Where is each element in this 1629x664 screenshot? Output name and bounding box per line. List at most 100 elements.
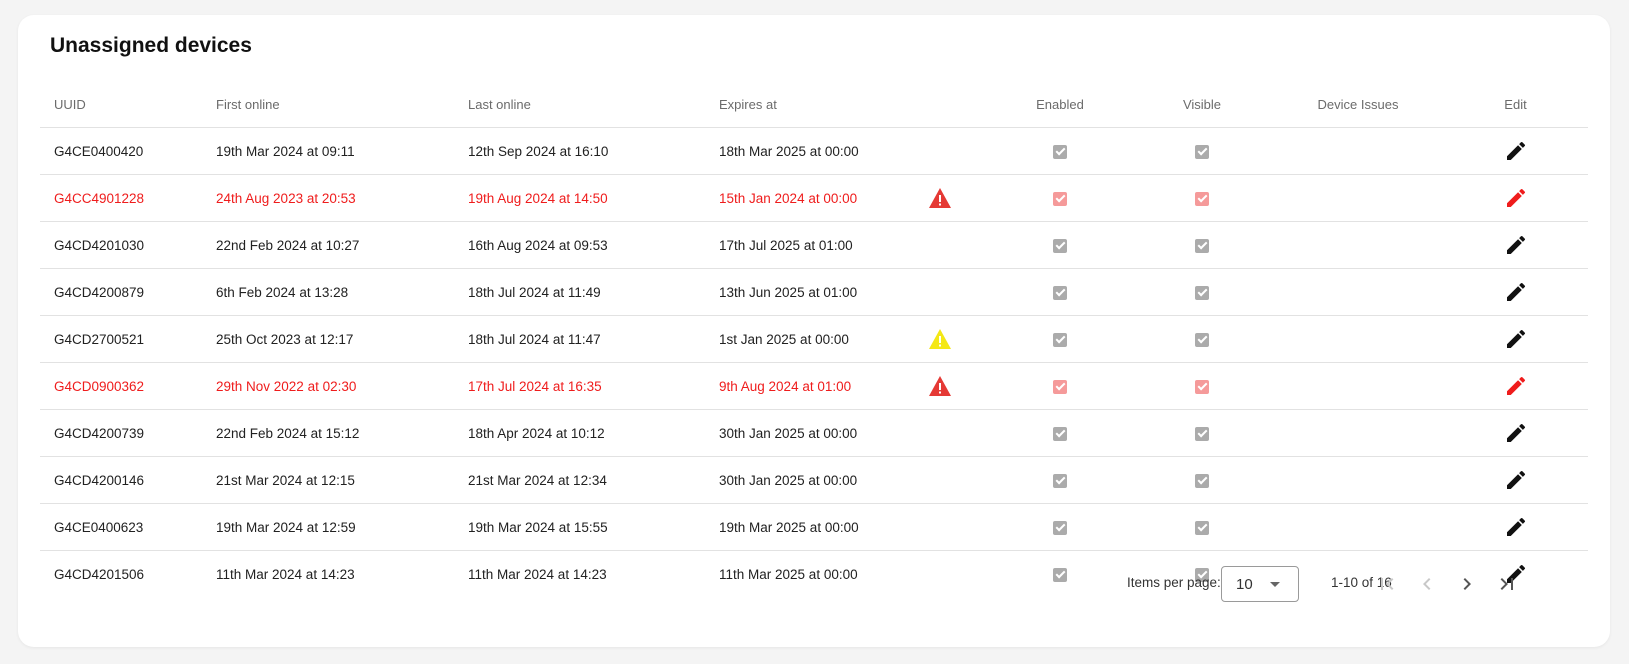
enabled-checkbox-icon[interactable]: [1053, 191, 1067, 206]
table-body: G4CE0400420 19th Mar 2024 at 09:11 12th Se…: [40, 127, 1588, 598]
cell-device-issues: [1273, 221, 1443, 269]
enabled-checkbox-icon[interactable]: [1053, 332, 1067, 347]
cell-edit: [1443, 268, 1588, 316]
pencil-icon[interactable]: [1504, 515, 1528, 539]
cell-enabled: [989, 268, 1131, 316]
cell-uuid: G4CE0400623: [40, 503, 216, 551]
cell-uuid: G4CD4201030: [40, 221, 216, 269]
cell-edit: [1443, 362, 1588, 410]
cell-device-issues: [1273, 362, 1443, 410]
warning-triangle-icon: [928, 329, 952, 349]
last-page-icon[interactable]: [1495, 572, 1519, 596]
cell-last-online: 21st Mar 2024 at 12:34: [468, 456, 719, 504]
cell-first-online: 29th Nov 2022 at 02:30: [216, 362, 468, 410]
table-row: G4CC4901228 24th Aug 2023 at 20:53 19th Au…: [40, 174, 1588, 222]
column-header-warning: [891, 81, 989, 128]
cell-last-online: 18th Jul 2024 at 11:47: [468, 315, 719, 363]
warning-triangle-icon: [928, 376, 952, 396]
cell-visible: [1131, 409, 1273, 457]
table-row: G4CE0400420 19th Mar 2024 at 09:11 12th Se…: [40, 127, 1588, 175]
visible-checkbox-icon[interactable]: [1195, 379, 1209, 394]
items-per-page-label: Items per page:: [1127, 575, 1221, 590]
cell-warning: [891, 315, 989, 363]
visible-checkbox-icon[interactable]: [1195, 473, 1209, 488]
enabled-checkbox-icon[interactable]: [1053, 520, 1067, 535]
cell-warning: [891, 409, 989, 457]
visible-checkbox-icon[interactable]: [1195, 285, 1209, 300]
chevron-left-icon[interactable]: [1415, 572, 1439, 596]
cell-uuid: G4CD2700521: [40, 315, 216, 363]
table-row: G4CD2700521 25th Oct 2023 at 12:17 18th Ju…: [40, 315, 1588, 363]
visible-checkbox-icon[interactable]: [1195, 332, 1209, 347]
table-row: G4CD0900362 29th Nov 2022 at 02:30 17th Ju…: [40, 362, 1588, 410]
cell-first-online: 22nd Feb 2024 at 10:27: [216, 221, 468, 269]
column-header-expires-at[interactable]: Expires at: [719, 81, 891, 128]
cell-last-online: 17th Jul 2024 at 16:35: [468, 362, 719, 410]
pencil-icon[interactable]: [1504, 280, 1528, 304]
enabled-checkbox-icon[interactable]: [1053, 238, 1067, 253]
cell-warning: [891, 127, 989, 175]
cell-enabled: [989, 456, 1131, 504]
cell-visible: [1131, 503, 1273, 551]
cell-enabled: [989, 503, 1131, 551]
cell-expires-at: 30th Jan 2025 at 00:00: [719, 456, 891, 504]
cell-first-online: 22nd Feb 2024 at 15:12: [216, 409, 468, 457]
enabled-checkbox-icon[interactable]: [1053, 473, 1067, 488]
cell-visible: [1131, 127, 1273, 175]
cell-first-online: 25th Oct 2023 at 12:17: [216, 315, 468, 363]
column-header-uuid[interactable]: UUID: [40, 81, 216, 128]
table-row: G4CD4200739 22nd Feb 2024 at 15:12 18th Ap…: [40, 409, 1588, 457]
cell-visible: [1131, 174, 1273, 222]
paginator: Items per page: 10 1-10 of 16: [18, 566, 1610, 602]
enabled-checkbox-icon[interactable]: [1053, 144, 1067, 159]
visible-checkbox-icon[interactable]: [1195, 238, 1209, 253]
pencil-icon[interactable]: [1504, 374, 1528, 398]
enabled-checkbox-icon[interactable]: [1053, 426, 1067, 441]
pencil-icon[interactable]: [1504, 421, 1528, 445]
page-title: Unassigned devices: [50, 34, 252, 57]
cell-enabled: [989, 221, 1131, 269]
cell-warning: [891, 456, 989, 504]
first-page-icon[interactable]: [1375, 572, 1399, 596]
column-header-last-online[interactable]: Last online: [468, 81, 719, 128]
cell-first-online: 21st Mar 2024 at 12:15: [216, 456, 468, 504]
enabled-checkbox-icon[interactable]: [1053, 285, 1067, 300]
cell-warning: [891, 503, 989, 551]
cell-device-issues: [1273, 315, 1443, 363]
cell-edit: [1443, 409, 1588, 457]
cell-enabled: [989, 362, 1131, 410]
column-header-visible[interactable]: Visible: [1131, 81, 1273, 128]
pencil-icon[interactable]: [1504, 186, 1528, 210]
cell-last-online: 18th Apr 2024 at 10:12: [468, 409, 719, 457]
cell-device-issues: [1273, 503, 1443, 551]
chevron-right-icon[interactable]: [1455, 572, 1479, 596]
items-per-page-select[interactable]: 10: [1221, 566, 1299, 602]
cell-edit: [1443, 456, 1588, 504]
cell-edit: [1443, 221, 1588, 269]
items-per-page-value: 10: [1236, 576, 1253, 593]
cell-expires-at: 9th Aug 2024 at 01:00: [719, 362, 891, 410]
pencil-icon[interactable]: [1504, 327, 1528, 351]
column-header-device-issues[interactable]: Device Issues: [1273, 81, 1443, 128]
devices-table: UUID First online Last online Expires at…: [40, 81, 1588, 597]
cell-warning: [891, 221, 989, 269]
pencil-icon[interactable]: [1504, 233, 1528, 257]
visible-checkbox-icon[interactable]: [1195, 520, 1209, 535]
visible-checkbox-icon[interactable]: [1195, 144, 1209, 159]
cell-last-online: 19th Aug 2024 at 14:50: [468, 174, 719, 222]
cell-visible: [1131, 456, 1273, 504]
table-row: G4CE0400623 19th Mar 2024 at 12:59 19th Ma…: [40, 503, 1588, 551]
visible-checkbox-icon[interactable]: [1195, 191, 1209, 206]
cell-visible: [1131, 221, 1273, 269]
pencil-icon[interactable]: [1504, 468, 1528, 492]
cell-device-issues: [1273, 268, 1443, 316]
pencil-icon[interactable]: [1504, 139, 1528, 163]
enabled-checkbox-icon[interactable]: [1053, 379, 1067, 394]
cell-edit: [1443, 127, 1588, 175]
cell-expires-at: 18th Mar 2025 at 00:00: [719, 127, 891, 175]
cell-device-issues: [1273, 174, 1443, 222]
column-header-enabled[interactable]: Enabled: [989, 81, 1131, 128]
visible-checkbox-icon[interactable]: [1195, 426, 1209, 441]
column-header-first-online[interactable]: First online: [216, 81, 468, 128]
cell-first-online: 19th Mar 2024 at 12:59: [216, 503, 468, 551]
